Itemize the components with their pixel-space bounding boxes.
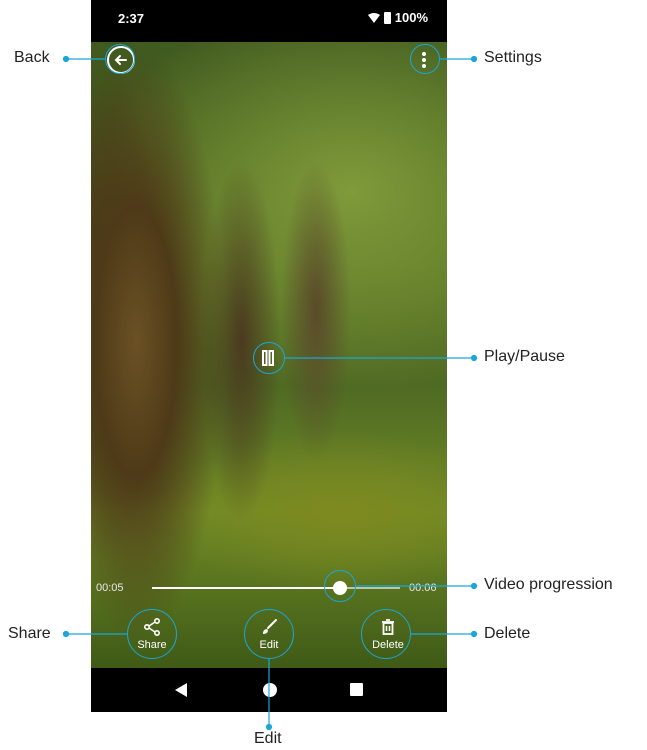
callout-settings: Settings (484, 49, 542, 66)
nav-back-icon[interactable] (175, 683, 187, 697)
callout-share: Share (8, 625, 51, 642)
edit-label: Edit (259, 638, 279, 651)
callout-delete: Delete (484, 625, 531, 642)
status-time: 2:37 (118, 11, 145, 26)
arrow-left-icon (114, 55, 127, 65)
play-pause-button[interactable] (254, 344, 282, 372)
trash-icon (382, 618, 394, 635)
time-elapsed: 00:05 (96, 582, 124, 594)
delete-label: Delete (372, 638, 404, 651)
phone-screen: 2:37 100% 00:05 00:06 Share Edit Delete (91, 0, 447, 712)
wifi-icon (367, 12, 380, 23)
settings-button[interactable] (410, 46, 438, 74)
brush-icon (263, 618, 277, 634)
battery-icon (383, 11, 391, 24)
time-total: 00:06 (409, 582, 437, 594)
edit-button[interactable]: Edit (247, 612, 291, 656)
battery-level: 100% (394, 10, 428, 25)
nav-recents-icon[interactable] (350, 683, 363, 696)
callout-edit: Edit (254, 730, 282, 747)
nav-home-icon[interactable] (263, 683, 277, 697)
share-icon (143, 617, 160, 636)
more-vertical-icon (422, 52, 426, 68)
video-progress-bar[interactable] (152, 581, 400, 595)
pause-icon (262, 350, 274, 366)
back-button[interactable] (107, 46, 135, 74)
callout-back: Back (14, 49, 50, 66)
share-label: Share (137, 638, 167, 651)
delete-button[interactable]: Delete (366, 612, 410, 656)
navigation-bar (91, 668, 447, 712)
progress-fill (152, 587, 341, 589)
share-button[interactable]: Share (130, 612, 174, 656)
callout-video-progression: Video progression (484, 576, 613, 593)
status-bar: 2:37 100% (91, 0, 447, 42)
callout-play-pause: Play/Pause (484, 348, 565, 365)
